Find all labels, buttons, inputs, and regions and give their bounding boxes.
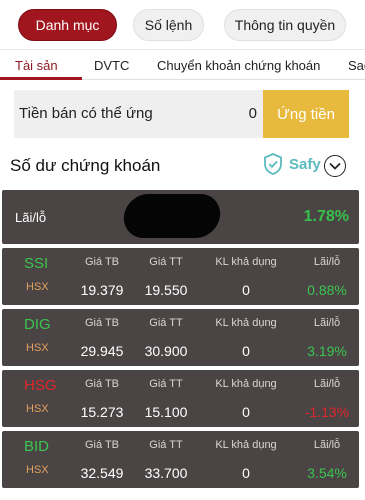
available-qty-column: KL khả dụng 0: [206, 309, 286, 359]
market-price-column: Giá TT 33.700: [138, 431, 194, 481]
tab-financial-services-label: DVTC: [94, 58, 130, 73]
tab-financial-services[interactable]: DVTC: [94, 58, 129, 73]
menu-portfolio-label: Danh mục: [35, 17, 100, 33]
available-qty-value: 0: [242, 404, 250, 420]
holding-exchange: HSX: [26, 281, 49, 293]
tab-overflow-label: Sao: [348, 58, 365, 73]
sub-tab-bar: Tài sản DVTC Chuyển khoản chứng khoán Sa…: [0, 50, 365, 80]
top-menu-bar: Danh mục Số lệnh Thông tin quyền: [0, 0, 365, 50]
holding-exchange: HSX: [26, 464, 49, 476]
menu-portfolio-button[interactable]: Danh mục: [18, 9, 117, 41]
available-qty-column: KL khả dụng 0: [206, 370, 286, 420]
tab-securities-transfer[interactable]: Chuyển khoản chứng khoán: [157, 58, 320, 73]
securities-balance-title: Số dư chứng khoán: [10, 156, 161, 175]
holding-exchange: HSX: [26, 342, 49, 354]
menu-orders-label: Số lệnh: [144, 17, 193, 33]
available-qty-header: KL khả dụng: [215, 317, 277, 329]
available-qty-value: 0: [242, 282, 250, 298]
avg-price-column: Giá TB 32.549: [74, 431, 130, 481]
market-price-column: Giá TT 15.100: [138, 370, 194, 420]
available-qty-column: KL khả dụng 0: [206, 431, 286, 481]
holding-symbol: SSI: [24, 255, 49, 272]
pnl-summary-card: Lãi/lỗ 1.78%: [2, 190, 359, 244]
holding-card[interactable]: BID HSX Giá TB 32.549 Giá TT 33.700 KL k…: [2, 431, 359, 488]
avg-price-value: 19.379: [80, 282, 124, 298]
available-qty-value: 0: [242, 465, 250, 481]
pnl-header: Lãi/lỗ: [313, 439, 341, 451]
pnl-value: 3.19%: [307, 343, 347, 359]
avg-price-column: Giá TB 19.379: [74, 248, 130, 298]
holding-card[interactable]: SSI HSX Giá TB 19.379 Giá TT 19.550 KL k…: [2, 248, 359, 305]
cash-advance-panel: Tiền bán có thể ứng 0 Ứng tiền: [14, 90, 349, 138]
avg-price-header: Giá TB: [84, 256, 120, 268]
chevron-down-icon: [329, 162, 341, 170]
avg-price-column: Giá TB 15.273: [74, 370, 130, 420]
pnl-column: Lãi/lỗ 3.19%: [296, 309, 358, 359]
market-price-value: 33.700: [144, 465, 188, 481]
market-price-value: 30.900: [144, 343, 188, 359]
tab-securities-transfer-label: Chuyển khoản chứng khoán: [157, 58, 321, 73]
available-qty-value: 0: [242, 343, 250, 359]
avg-price-header: Giá TB: [84, 439, 120, 451]
avg-price-value: 15.273: [80, 404, 124, 420]
expand-balance-button[interactable]: [324, 155, 346, 177]
holding-symbol: DIG: [24, 316, 51, 333]
market-price-header: Giá TT: [149, 439, 183, 451]
pnl-value: 3.54%: [307, 465, 347, 481]
cash-advance-label: Tiền bán có thể ứng: [19, 105, 153, 122]
pnl-column: Lãi/lỗ 3.54%: [296, 431, 358, 481]
pnl-summary-label: Lãi/lỗ: [15, 210, 47, 225]
pnl-value: -1.13%: [304, 404, 350, 420]
pnl-header: Lãi/lỗ: [313, 317, 341, 329]
menu-orders-button[interactable]: Số lệnh: [133, 9, 204, 41]
menu-rights-label: Thông tin quyền: [234, 17, 336, 33]
avg-price-header: Giá TB: [84, 378, 120, 390]
cash-advance-value: 0: [248, 105, 257, 122]
market-price-header: Giá TT: [149, 378, 183, 390]
menu-rights-button[interactable]: Thông tin quyền: [224, 9, 346, 41]
redacted-mark: [121, 194, 223, 238]
avg-price-value: 32.549: [80, 465, 124, 481]
avg-price-column: Giá TB 29.945: [74, 309, 130, 359]
market-price-header: Giá TT: [149, 256, 183, 268]
tab-assets-label: Tài sản: [15, 58, 58, 73]
avg-price-value: 29.945: [80, 343, 124, 359]
tab-assets[interactable]: Tài sản: [15, 58, 58, 73]
available-qty-header: KL khả dụng: [215, 256, 277, 268]
pnl-column: Lãi/lỗ -1.13%: [296, 370, 358, 420]
market-price-column: Giá TT 19.550: [138, 248, 194, 298]
tab-overflow[interactable]: Sao: [348, 58, 365, 73]
pnl-summary-value: 1.78%: [303, 208, 349, 225]
avg-price-header: Giá TB: [84, 317, 120, 329]
available-qty-column: KL khả dụng 0: [206, 248, 286, 298]
holding-card[interactable]: DIG HSX Giá TB 29.945 Giá TT 30.900 KL k…: [2, 309, 359, 366]
pnl-header: Lãi/lỗ: [313, 378, 341, 390]
safy-label: Safy: [289, 155, 321, 173]
holding-symbol: BID: [24, 438, 50, 455]
holding-exchange: HSX: [26, 403, 49, 415]
cash-advance-button-label: Ứng tiền: [277, 105, 335, 123]
tab-active-indicator: [0, 77, 82, 80]
market-price-value: 19.550: [144, 282, 188, 298]
shield-check-icon: [264, 153, 282, 175]
cash-advance-button[interactable]: Ứng tiền: [263, 90, 349, 138]
pnl-value: 0.88%: [307, 282, 347, 298]
market-price-column: Giá TT 30.900: [138, 309, 194, 359]
pnl-column: Lãi/lỗ 0.88%: [296, 248, 358, 298]
market-price-value: 15.100: [144, 404, 188, 420]
holding-card[interactable]: HSG HSX Giá TB 15.273 Giá TT 15.100 KL k…: [2, 370, 359, 427]
market-price-header: Giá TT: [149, 317, 183, 329]
pnl-header: Lãi/lỗ: [313, 256, 341, 268]
holding-symbol: HSG: [24, 377, 57, 394]
available-qty-header: KL khả dụng: [215, 439, 277, 451]
available-qty-header: KL khả dụng: [215, 378, 277, 390]
safy-toggle[interactable]: Safy: [263, 153, 321, 175]
